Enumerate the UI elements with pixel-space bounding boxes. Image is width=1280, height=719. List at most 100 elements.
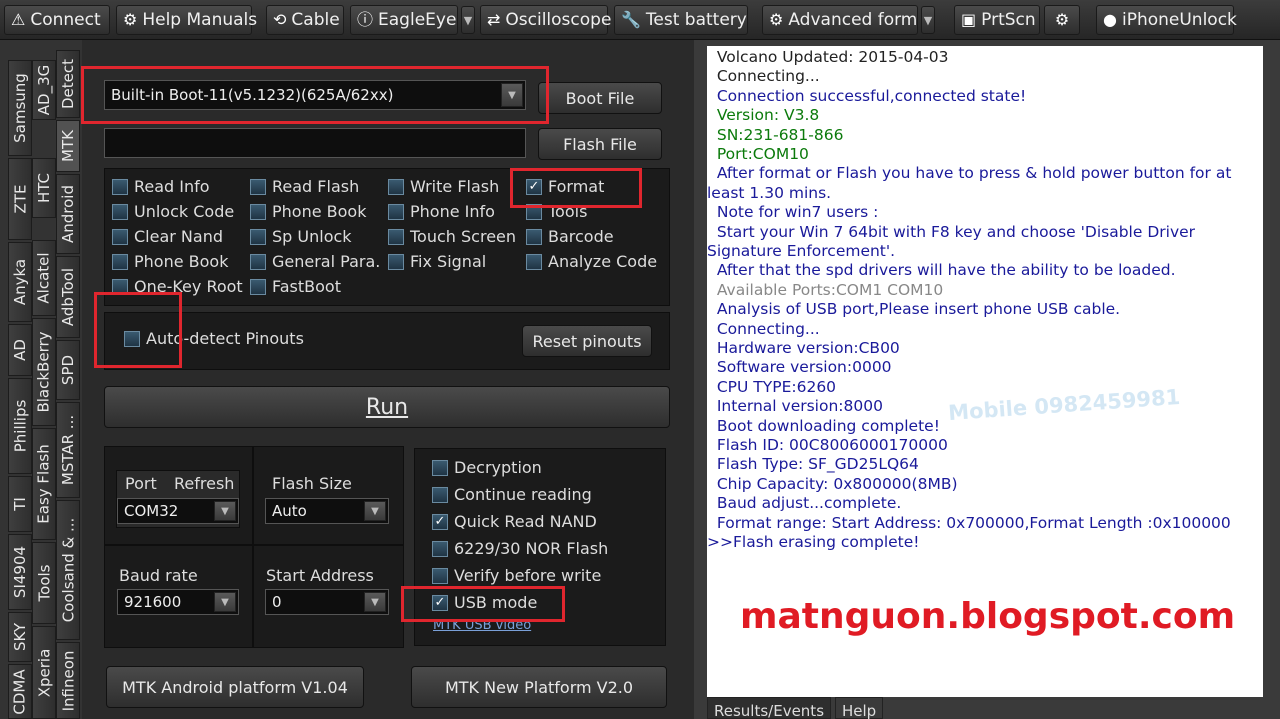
refresh-icon: ⟲ — [273, 10, 287, 29]
flash-file-button[interactable]: Flash File — [538, 128, 662, 160]
chevron-down-icon[interactable]: ▼ — [501, 83, 523, 107]
tab-anyka[interactable]: Anyka — [8, 242, 32, 322]
mtk-usb-video-link[interactable]: MTK USB video — [433, 618, 531, 633]
function-checkbox[interactable]: ✓ Format — [526, 177, 604, 196]
function-checkbox[interactable]: Phone Book — [250, 202, 366, 221]
port-select[interactable]: COM32 ▼ — [117, 498, 239, 524]
boot-file-button[interactable]: Boot File — [538, 82, 662, 114]
checkbox-icon — [388, 203, 404, 220]
log-line: Analysis of USB port,Please insert phone… — [707, 300, 1121, 319]
chevron-down-icon[interactable]: ▼ — [214, 501, 236, 521]
cable-button[interactable]: ⟲ Cable — [266, 5, 344, 35]
tab-help[interactable]: Help — [835, 697, 883, 719]
checkbox-icon — [388, 253, 404, 270]
refresh-label[interactable]: Refresh — [174, 474, 234, 493]
checkbox-icon — [526, 253, 542, 270]
tab-ad-3g[interactable]: AD_3G — [32, 60, 56, 120]
prtscn-button[interactable]: ▣ PrtScn — [954, 5, 1040, 35]
checkbox-icon — [250, 278, 266, 295]
function-checkbox[interactable]: FastBoot — [250, 277, 341, 296]
eagleeye-button[interactable]: ⓘ EagleEye — [350, 5, 458, 35]
tab-coolsand[interactable]: Coolsand & ... — [56, 500, 80, 640]
eagleeye-dropdown-icon[interactable]: ▼ — [461, 6, 475, 34]
tab-cdma[interactable]: CDMA — [8, 664, 32, 719]
tab-easy-flash[interactable]: Easy Flash — [32, 428, 56, 540]
option-checkbox[interactable]: 6229/30 NOR Flash — [432, 539, 608, 558]
tab-results-events[interactable]: Results/Events — [707, 697, 831, 719]
scrollbar[interactable] — [1263, 40, 1280, 719]
advanced-form-button[interactable]: ⚙ Advanced form — [762, 5, 918, 35]
option-checkbox[interactable]: ✓ USB mode — [432, 593, 537, 612]
function-checkbox[interactable]: Analyze Code — [526, 252, 657, 271]
auto-detect-pinouts-checkbox[interactable]: Auto-detect Pinouts — [124, 329, 304, 348]
tab-mtk[interactable]: MTK — [56, 120, 80, 172]
function-checkbox[interactable]: Touch Screen — [388, 227, 516, 246]
flash-file-path-field[interactable] — [104, 128, 526, 158]
tab-blackberry[interactable]: BlackBerry — [32, 318, 56, 426]
function-checkbox[interactable]: One-Key Root — [112, 277, 243, 296]
checkmark-icon: ✓ — [432, 594, 448, 611]
boot-select[interactable]: Built-in Boot-11(v5.1232)(625A/62xx) ▼ — [104, 80, 526, 110]
tab-spd[interactable]: SPD — [56, 340, 80, 400]
iphone-unlock-button[interactable]: ● iPhoneUnlock — [1096, 5, 1237, 35]
tab-ad[interactable]: AD — [8, 324, 32, 376]
tab-mstar[interactable]: MSTAR ... — [56, 402, 80, 498]
tab-phillips[interactable]: Phillips — [8, 378, 32, 474]
function-checkbox[interactable]: Unlock Code — [112, 202, 234, 221]
tab-infineon[interactable]: Infineon — [56, 642, 80, 719]
tab-htc[interactable]: HTC — [32, 158, 56, 218]
log-line: Version: V3.8 — [707, 106, 820, 125]
checkbox-icon — [432, 540, 448, 557]
tab-detect[interactable]: Detect — [56, 50, 80, 118]
checkbox-icon — [112, 278, 128, 295]
option-checkbox[interactable]: Verify before write — [432, 566, 601, 585]
flash-size-select[interactable]: Auto ▼ — [265, 498, 389, 524]
mtk-new-platform-button[interactable]: MTK New Platform V2.0 — [411, 666, 667, 708]
function-checkbox[interactable]: Fix Signal — [388, 252, 486, 271]
log-line: Flash ID: 00C8006000170000 — [707, 436, 948, 454]
function-checkbox[interactable]: Read Flash — [250, 177, 359, 196]
function-checkbox[interactable]: Sp Unlock — [250, 227, 352, 246]
option-checkbox[interactable]: ✓ Quick Read NAND — [432, 512, 597, 531]
tab-xperia[interactable]: Xperia — [32, 626, 56, 719]
option-checkbox[interactable]: Decryption — [432, 458, 542, 477]
tab-samsung[interactable]: Samsung — [8, 60, 32, 156]
mtk-android-platform-button[interactable]: MTK Android platform V1.04 — [106, 666, 364, 708]
connect-button[interactable]: ⚠ Connect — [4, 5, 110, 35]
tab-android[interactable]: Android — [56, 174, 80, 254]
tab-sky[interactable]: SKY — [8, 612, 32, 662]
chevron-down-icon[interactable]: ▼ — [364, 501, 386, 521]
settings-button[interactable]: ⚙ — [1044, 5, 1080, 35]
log-line: Available Ports:COM1 COM10 — [707, 280, 944, 299]
tab-zte[interactable]: ZTE — [8, 158, 32, 240]
option-checkbox[interactable]: Continue reading — [432, 485, 592, 504]
chevron-down-icon[interactable]: ▼ — [214, 592, 236, 612]
chevron-down-icon[interactable]: ▼ — [364, 592, 386, 612]
function-checkbox[interactable]: Phone Info — [388, 202, 495, 221]
function-checkbox[interactable]: Phone Book — [112, 252, 228, 271]
function-checkbox[interactable]: Clear Nand — [112, 227, 223, 246]
function-checkbox[interactable]: Tools — [526, 202, 587, 221]
tab-adbtool[interactable]: AdbTool — [56, 256, 80, 338]
function-checkbox[interactable]: Write Flash — [388, 177, 499, 196]
function-checkbox[interactable]: Barcode — [526, 227, 614, 246]
checkmark-icon: ✓ — [432, 513, 448, 530]
tab-tools[interactable]: Tools — [32, 542, 56, 624]
function-checkbox[interactable]: Read Info — [112, 177, 210, 196]
test-battery-button[interactable]: 🔧 Test battery — [614, 5, 748, 35]
start-address-field[interactable]: 0 ▼ — [265, 589, 389, 615]
tab-si4904[interactable]: SI4904 — [8, 534, 32, 610]
checkbox-icon — [112, 228, 128, 245]
baud-rate-select[interactable]: 921600 ▼ — [117, 589, 239, 615]
help-manuals-button[interactable]: ⚙ Help Manuals — [116, 5, 257, 35]
oscilloscope-button[interactable]: ⇄ Oscilloscope — [480, 5, 611, 35]
function-checkbox[interactable]: General Para. — [250, 252, 380, 271]
advanced-form-dropdown-icon[interactable]: ▼ — [921, 6, 935, 34]
checkbox-icon — [112, 253, 128, 270]
run-button[interactable]: Run — [104, 386, 670, 428]
tab-ti[interactable]: TI — [8, 476, 32, 532]
reset-pinouts-button[interactable]: Reset pinouts — [522, 325, 652, 357]
tab-alcatel[interactable]: Alcatel — [32, 240, 56, 316]
baud-rate-label: Baud rate — [119, 566, 198, 585]
checkbox-icon — [432, 459, 448, 476]
